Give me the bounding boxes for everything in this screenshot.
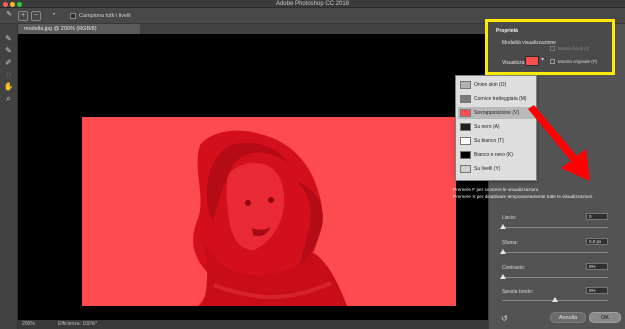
view-mode-title: Modalità visualizzazione bbox=[502, 40, 556, 46]
overlay-preview-image[interactable] bbox=[82, 117, 456, 306]
photoshop-window: Adobe Photoshop CC 2018 ✎ + − • Campiona… bbox=[0, 0, 625, 329]
view-mode-item[interactable]: Cornice tratteggiata (M) bbox=[458, 93, 536, 105]
ok-button[interactable]: OK bbox=[589, 312, 621, 323]
smooth-slider-thumb[interactable] bbox=[500, 224, 506, 229]
properties-tab[interactable]: Proprietà bbox=[496, 28, 518, 34]
show-edges-label: Mostra bordi (J) bbox=[558, 46, 590, 51]
shift-edge-value[interactable]: 0% bbox=[586, 287, 608, 294]
brush-icon[interactable]: ✐ bbox=[3, 58, 14, 68]
show-original-label: Mostra originale (P) bbox=[558, 59, 598, 64]
feather-slider-track[interactable] bbox=[502, 252, 608, 253]
black-white-icon bbox=[460, 151, 471, 159]
red-arrow-icon bbox=[528, 105, 590, 181]
zoom-tool-icon[interactable]: ⌕ bbox=[3, 94, 14, 104]
smooth-value[interactable]: 0 bbox=[586, 213, 608, 220]
contrast-value[interactable]: 0% bbox=[586, 263, 608, 270]
overlay-icon bbox=[460, 109, 471, 117]
hand-icon[interactable]: ✋ bbox=[3, 82, 14, 92]
on-white-icon bbox=[460, 137, 471, 145]
document-tab[interactable]: modella.jpg @ 200% (RGB/8) bbox=[18, 24, 140, 34]
show-edges-checkbox[interactable] bbox=[550, 46, 555, 51]
show-original-checkbox[interactable] bbox=[550, 59, 555, 64]
view-label: Visualizza: bbox=[502, 60, 526, 66]
sample-all-layers-label: Campiona tutti i livelli bbox=[79, 13, 131, 19]
title-bar: Adobe Photoshop CC 2018 bbox=[0, 0, 625, 8]
cancel-button[interactable]: Annulla bbox=[550, 312, 586, 323]
contrast-slider-thumb[interactable] bbox=[500, 274, 506, 279]
efficiency-readout: Efficienza: 100%* bbox=[58, 321, 98, 327]
properties-highlight: Proprietà Modalità visualizzazione Mostr… bbox=[485, 19, 615, 75]
reset-icon[interactable]: ↺ bbox=[501, 315, 509, 323]
on-layers-icon bbox=[460, 165, 471, 173]
chevron-down-icon[interactable]: ▾ bbox=[541, 56, 544, 63]
marching-ants-icon bbox=[460, 95, 471, 103]
status-bar: 200% Efficienza: 100%* bbox=[18, 320, 488, 329]
overlay-swatch[interactable] bbox=[525, 56, 539, 66]
on-black-icon bbox=[460, 123, 471, 131]
brush-subtract-icon[interactable]: − bbox=[31, 11, 41, 21]
quick-selection-tool-icon[interactable]: ✎ bbox=[4, 11, 14, 21]
contrast-slider-track[interactable] bbox=[502, 277, 608, 278]
shift-edge-label: Sposta bordo: bbox=[502, 289, 534, 295]
shift-edge-slider-thumb[interactable] bbox=[552, 297, 558, 302]
quick-selection-icon[interactable]: ✎ bbox=[3, 34, 14, 44]
document-tabs: modella.jpg @ 200% (RGB/8) bbox=[18, 24, 488, 34]
feather-slider-thumb[interactable] bbox=[500, 249, 506, 254]
tools-panel: ✎ ✎ ✐ ◌ ✋ ⌕ bbox=[0, 24, 18, 329]
refine-edge-brush-icon[interactable]: ✎ bbox=[3, 46, 14, 56]
feather-label: Sfuma: bbox=[502, 240, 518, 246]
lasso-icon[interactable]: ◌ bbox=[3, 70, 14, 80]
smooth-slider-track[interactable] bbox=[502, 227, 608, 228]
view-mode-item[interactable]: Onion skin (O) bbox=[458, 79, 536, 91]
smooth-label: Liscio: bbox=[502, 215, 517, 221]
zoom-readout: 200% bbox=[22, 321, 35, 327]
window-title: Adobe Photoshop CC 2018 bbox=[275, 1, 350, 7]
feather-value[interactable]: 0,0 px bbox=[586, 238, 608, 245]
model-photo bbox=[82, 117, 456, 306]
document-canvas[interactable] bbox=[18, 34, 488, 320]
sample-all-layers-checkbox[interactable] bbox=[70, 13, 76, 19]
onion-skin-icon bbox=[460, 81, 471, 89]
brush-size-icon[interactable]: + bbox=[18, 11, 28, 21]
contrast-label: Contrasto: bbox=[502, 265, 526, 271]
brush-size-value-icon[interactable]: • bbox=[48, 11, 60, 21]
